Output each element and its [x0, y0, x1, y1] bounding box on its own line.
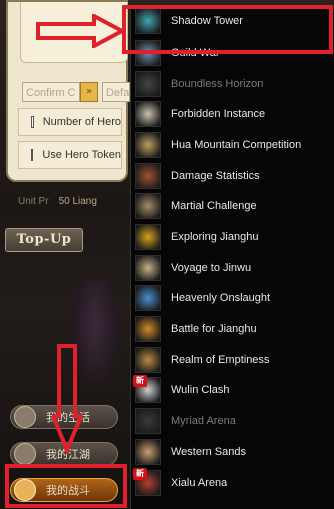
fighter-icon: 新: [133, 375, 161, 403]
helmet-icon: [135, 316, 161, 342]
avatar-icon: [14, 443, 36, 465]
menu-item-label: Realm of Emptiness: [171, 354, 270, 366]
crossed-swords-icon: [135, 193, 161, 219]
default-combo[interactable]: Defa: [102, 82, 130, 102]
book-icon: [135, 163, 161, 189]
hero-number-checkbox[interactable]: [31, 116, 34, 128]
battle-highlight-box: [5, 464, 127, 508]
menu-item-myriad-arena[interactable]: Myriad Arena: [131, 406, 334, 436]
menu-item-label: Voyage to Jinwu: [171, 262, 252, 274]
menu-item-label: Damage Statistics: [171, 170, 260, 182]
avatar-icon: [14, 406, 36, 428]
new-badge: 新: [133, 375, 147, 387]
menu-item-label: Battle for Jianghu: [171, 323, 257, 335]
menu-item-label: Western Sands: [171, 446, 247, 458]
unit-price-label: Unit Pr: [18, 196, 49, 207]
arena-icon: [135, 408, 161, 434]
camel-icon: [135, 439, 161, 465]
menu-item-label: Forbidden Instance: [171, 108, 266, 120]
menu-item-boundless-horizon[interactable]: Boundless Horizon: [131, 69, 334, 99]
flag-icon: [135, 224, 161, 250]
warrior-icon: 新: [133, 468, 161, 496]
menu-item-label: Myriad Arena: [171, 415, 236, 427]
number-of-hero-option[interactable]: Number of Hero: [18, 108, 122, 136]
menu-item-wulin-clash[interactable]: 新 Wulin Clash: [131, 375, 334, 405]
menu-item-realm-of-emptiness[interactable]: Realm of Emptiness: [131, 345, 334, 375]
ship-icon: [135, 255, 161, 281]
menu-item-xialu-arena[interactable]: 新 Xialu Arena: [131, 468, 334, 498]
hero-token-label: Use Hero Token: [42, 149, 121, 161]
menu-item-battle-for-jianghu[interactable]: Battle for Jianghu: [131, 314, 334, 344]
menu-item-damage-statistics[interactable]: Damage Statistics: [131, 161, 334, 191]
battle-menu: Shadow Tower Guild War Boundless Horizon Fo…: [130, 8, 334, 509]
menu-item-western-sands[interactable]: Western Sands: [131, 437, 334, 467]
gate-icon: [135, 71, 161, 97]
down-arrow-icon: [52, 344, 82, 454]
menu-item-label: Xialu Arena: [171, 477, 228, 489]
menu-item-label: Wulin Clash: [171, 384, 230, 396]
menu-item-label: Exploring Jianghu: [171, 231, 259, 243]
menu-item-hua-mountain-competition[interactable]: Hua Mountain Competition: [131, 130, 334, 160]
hero-token-checkbox[interactable]: [31, 149, 34, 161]
use-hero-token-option[interactable]: Use Hero Token: [18, 141, 122, 169]
menu-item-exploring-jianghu[interactable]: Exploring Jianghu: [131, 222, 334, 252]
menu-item-label: Boundless Horizon: [171, 78, 264, 90]
realm-icon: [135, 347, 161, 373]
sword-orb-icon: [135, 285, 161, 311]
menu-item-martial-challenge[interactable]: Martial Challenge: [131, 191, 334, 221]
menu-item-label: Heavenly Onslaught: [171, 292, 271, 304]
top-up-button[interactable]: Top-Up: [5, 228, 83, 252]
menu-item-heavenly-onslaught[interactable]: Heavenly Onslaught: [131, 283, 334, 313]
confirm-combo[interactable]: Confirm C: [22, 82, 80, 102]
mahjong-tile-icon: [135, 101, 161, 127]
menu-item-label: Hua Mountain Competition: [171, 139, 302, 151]
new-badge: 新: [133, 468, 147, 480]
unit-price-value: 50 Liang: [58, 196, 97, 207]
unit-price: Unit Pr 50 Liang: [18, 196, 97, 207]
menu-item-forbidden-instance[interactable]: Forbidden Instance: [131, 99, 334, 129]
buddha-icon: [135, 132, 161, 158]
menu-item-label: Martial Challenge: [171, 200, 257, 212]
shadow-tower-highlight-box: [122, 5, 333, 54]
hero-number-label: Number of Hero: [42, 116, 121, 128]
chevron-down-icon[interactable]: »: [80, 82, 98, 102]
right-arrow-icon: [36, 14, 126, 48]
menu-item-voyage-to-jinwu[interactable]: Voyage to Jinwu: [131, 253, 334, 283]
